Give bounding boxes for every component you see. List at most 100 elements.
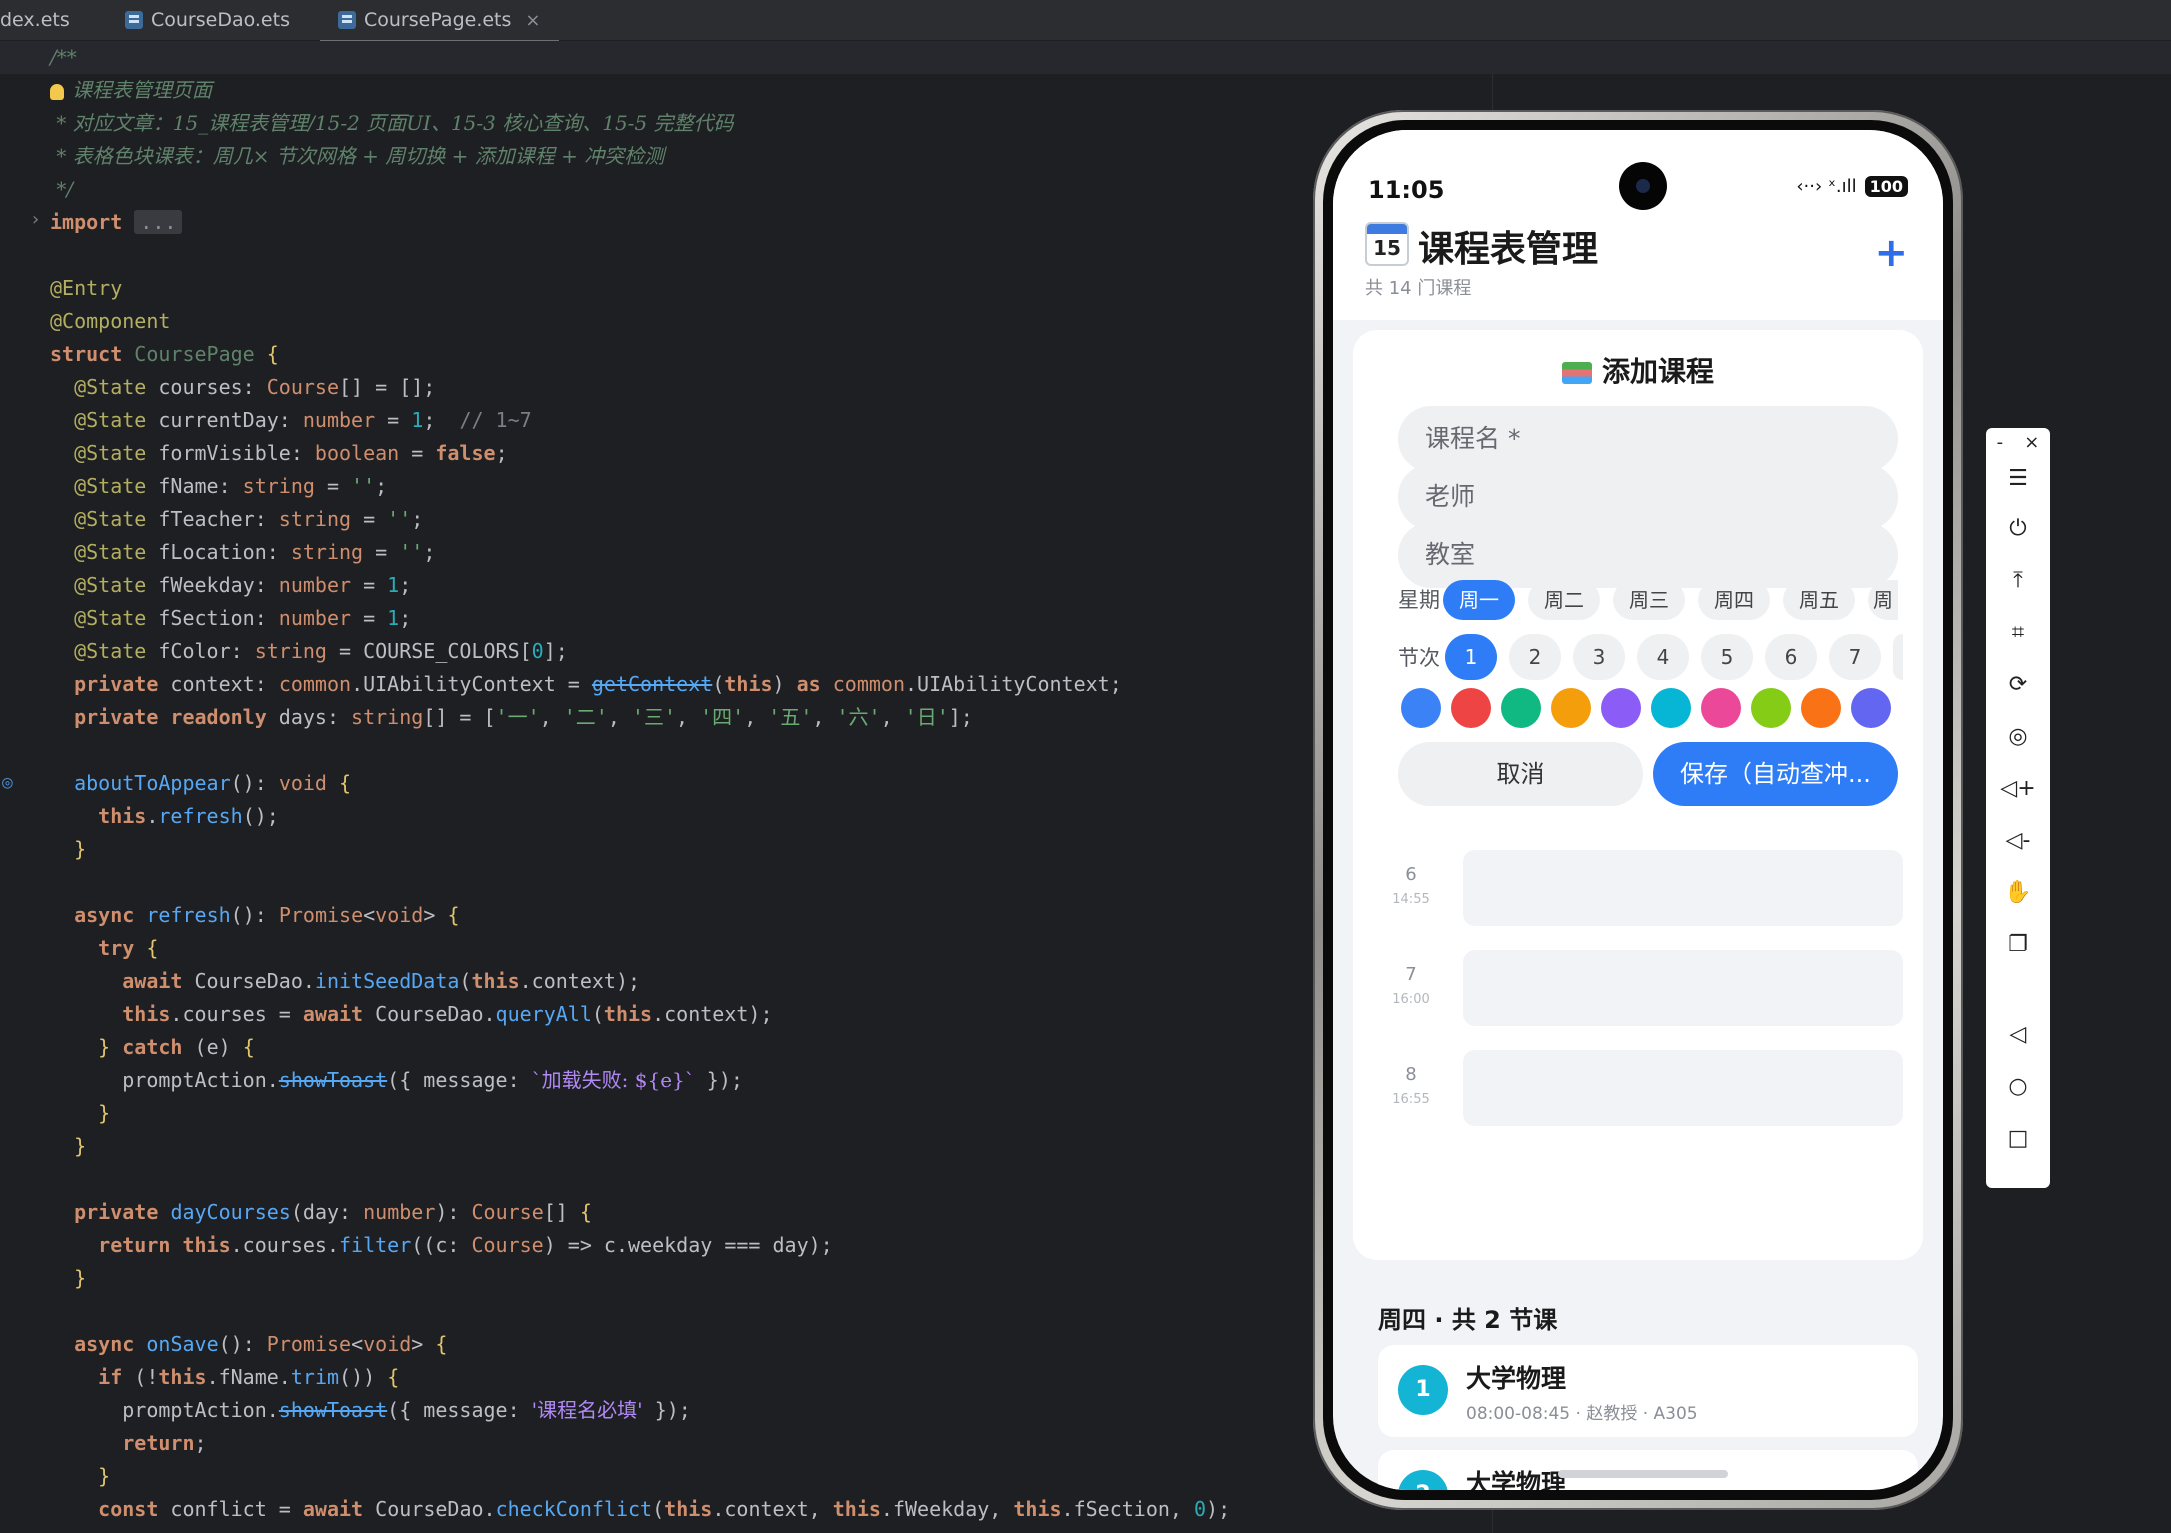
code-line: * 表格色块课表：周几× 节次网格 + 周切换 + 添加课程 + 冲突检测 xyxy=(50,144,665,168)
recents-icon[interactable]: □ xyxy=(1986,1126,2050,1151)
weekday-chip[interactable]: 周一 xyxy=(1443,580,1515,620)
crop-icon[interactable]: ⌗ xyxy=(1986,620,2050,645)
code-line: if (!this.fName.trim()) { xyxy=(98,1365,400,1389)
code-line: @Entry xyxy=(50,276,123,300)
section-chip[interactable]: 1 xyxy=(1445,634,1497,680)
room-input[interactable]: 教室 xyxy=(1398,522,1898,588)
tab-coursedao-ets[interactable]: CourseDao.ets xyxy=(125,0,290,40)
upload-icon[interactable]: ⤒ xyxy=(1986,568,2050,593)
save-button[interactable]: 保存（自动查冲... xyxy=(1653,742,1898,806)
status-time: 11:05 xyxy=(1368,176,1445,204)
color-swatch[interactable] xyxy=(1451,688,1491,728)
tab-coursepage-ets[interactable]: CoursePage.ets × xyxy=(320,0,559,44)
color-swatch[interactable] xyxy=(1601,688,1641,728)
status-icons: ‹··› ˣ.ıll 100 xyxy=(1796,176,1908,197)
course-meta: 08:00-08:45 · 赵教授 · A305 xyxy=(1466,1404,1698,1424)
code-line: promptAction.showToast({ message: `加载失败:… xyxy=(50,1068,743,1092)
code-line: @State fLocation: string = ''; xyxy=(74,540,436,564)
editor-tab-bar: dex.ets CourseDao.ets CoursePage.ets × xyxy=(0,0,2171,44)
device-frame: 11:05 ‹··› ˣ.ıll 100 15 课程表管理 共 14 门课程 +… xyxy=(1313,110,1963,1510)
color-swatch[interactable] xyxy=(1401,688,1441,728)
close-icon[interactable]: × xyxy=(525,10,540,31)
tab-index-ets[interactable]: dex.ets xyxy=(0,0,70,40)
course-list-item[interactable]: 1 大学物理 08:00-08:45 · 赵教授 · A305 xyxy=(1378,1345,1918,1437)
code-line: /** xyxy=(50,45,77,69)
section-chip[interactable]: 7 xyxy=(1829,634,1881,680)
section-time: 16:55 xyxy=(1392,1092,1430,1107)
color-swatch[interactable] xyxy=(1551,688,1591,728)
section-chip[interactable]: 5 xyxy=(1701,634,1753,680)
code-line: @Component xyxy=(50,309,171,333)
code-line: } xyxy=(74,837,87,861)
fold-chevron-icon[interactable]: › xyxy=(30,209,41,230)
course-name: 大学物理 xyxy=(1466,1364,1567,1393)
code-line: this.courses = await CourseDao.queryAll(… xyxy=(122,1002,773,1026)
section-chip[interactable]: 3 xyxy=(1573,634,1625,680)
weekday-chip[interactable]: 周五 xyxy=(1783,580,1855,620)
color-swatch[interactable] xyxy=(1501,688,1541,728)
file-icon xyxy=(338,11,356,29)
course-name: 大学物理 xyxy=(1466,1469,1567,1490)
section-chip[interactable]: 6 xyxy=(1765,634,1817,680)
shake-icon[interactable]: ✋ xyxy=(1986,880,2050,905)
section-chip[interactable]: 2 xyxy=(1509,634,1561,680)
device-screen[interactable]: 11:05 ‹··› ˣ.ıll 100 15 课程表管理 共 14 门课程 +… xyxy=(1333,130,1943,1490)
menu-icon[interactable]: ☰ xyxy=(1986,466,2050,491)
course-count: 共 14 门课程 xyxy=(1365,278,1472,299)
rotate-icon[interactable]: ⟳ xyxy=(1986,672,2050,697)
cancel-button[interactable]: 取消 xyxy=(1398,742,1643,806)
battery-icon: 100 xyxy=(1864,176,1908,197)
implement-marker-icon[interactable]: ◎ xyxy=(2,772,22,793)
code-line: const conflict = await CourseDao.checkCo… xyxy=(98,1497,1231,1521)
weekday-chip[interactable]: 周四 xyxy=(1698,580,1770,620)
color-swatch[interactable] xyxy=(1801,688,1841,728)
timetable-cell[interactable] xyxy=(1463,850,1903,926)
code-line: */ xyxy=(50,177,74,201)
code-line: private readonly days: string[] = ['一', … xyxy=(74,705,973,729)
code-line: async onSave(): Promise<void> { xyxy=(74,1332,448,1356)
minimize-button[interactable]: - xyxy=(1997,432,2004,453)
color-swatch[interactable] xyxy=(1851,688,1891,728)
weekday-chip[interactable]: 周二 xyxy=(1528,580,1600,620)
code-line: private context: common.UIAbilityContext… xyxy=(74,672,1122,696)
weekday-chip[interactable]: 周 xyxy=(1868,580,1898,620)
color-swatch[interactable] xyxy=(1751,688,1791,728)
section-time: 14:55 xyxy=(1392,892,1430,907)
code-line: this.refresh(); xyxy=(98,804,279,828)
code-line: return this.courses.filter((c: Course) =… xyxy=(98,1233,833,1257)
home-icon[interactable]: ○ xyxy=(1986,1074,2050,1099)
color-swatch[interactable] xyxy=(1651,688,1691,728)
screenshot-icon[interactable]: ◎ xyxy=(1986,724,2050,749)
back-icon[interactable]: ◁ xyxy=(1986,1022,2050,1047)
section-chip[interactable]: 4 xyxy=(1637,634,1689,680)
weekday-chip[interactable]: 周三 xyxy=(1613,580,1685,620)
teacher-input[interactable]: 老师 xyxy=(1398,464,1898,530)
books-icon xyxy=(1561,362,1592,384)
power-icon[interactable]: ⏻ xyxy=(1986,516,2050,541)
code-line: struct CoursePage { xyxy=(50,342,279,366)
folded-imports[interactable]: ... xyxy=(134,210,183,234)
code-line: 课程表管理页面 xyxy=(50,74,212,107)
volume-up-icon[interactable]: ◁+ xyxy=(1986,776,2050,801)
section-chip[interactable] xyxy=(1893,634,1903,680)
close-button[interactable]: × xyxy=(2024,432,2039,453)
timetable-cell[interactable] xyxy=(1463,1050,1903,1126)
status-bar: 11:05 ‹··› ˣ.ıll 100 xyxy=(1333,130,1943,210)
tab-label: dex.ets xyxy=(0,9,70,31)
section-time: 16:00 xyxy=(1392,992,1430,1007)
code-line: @State fSection: number = 1; xyxy=(74,606,412,630)
calendar-icon: 15 xyxy=(1365,222,1409,266)
code-line: aboutToAppear(): void { xyxy=(74,771,352,795)
front-camera xyxy=(1619,162,1667,210)
color-swatch[interactable] xyxy=(1701,688,1741,728)
lightbulb-icon[interactable] xyxy=(50,83,64,100)
volume-down-icon[interactable]: ◁- xyxy=(1986,828,2050,853)
timetable-cell[interactable] xyxy=(1463,950,1903,1026)
home-indicator[interactable] xyxy=(1558,1470,1728,1478)
course-name-input[interactable]: 课程名 * xyxy=(1398,406,1898,472)
code-line: async refresh(): Promise<void> { xyxy=(74,903,460,927)
code-line: @State fTeacher: string = ''; xyxy=(74,507,424,531)
course-index-badge: 1 xyxy=(1398,1365,1448,1415)
add-course-button[interactable]: + xyxy=(1874,230,1908,276)
copy-icon[interactable]: ❐ xyxy=(1986,932,2050,957)
